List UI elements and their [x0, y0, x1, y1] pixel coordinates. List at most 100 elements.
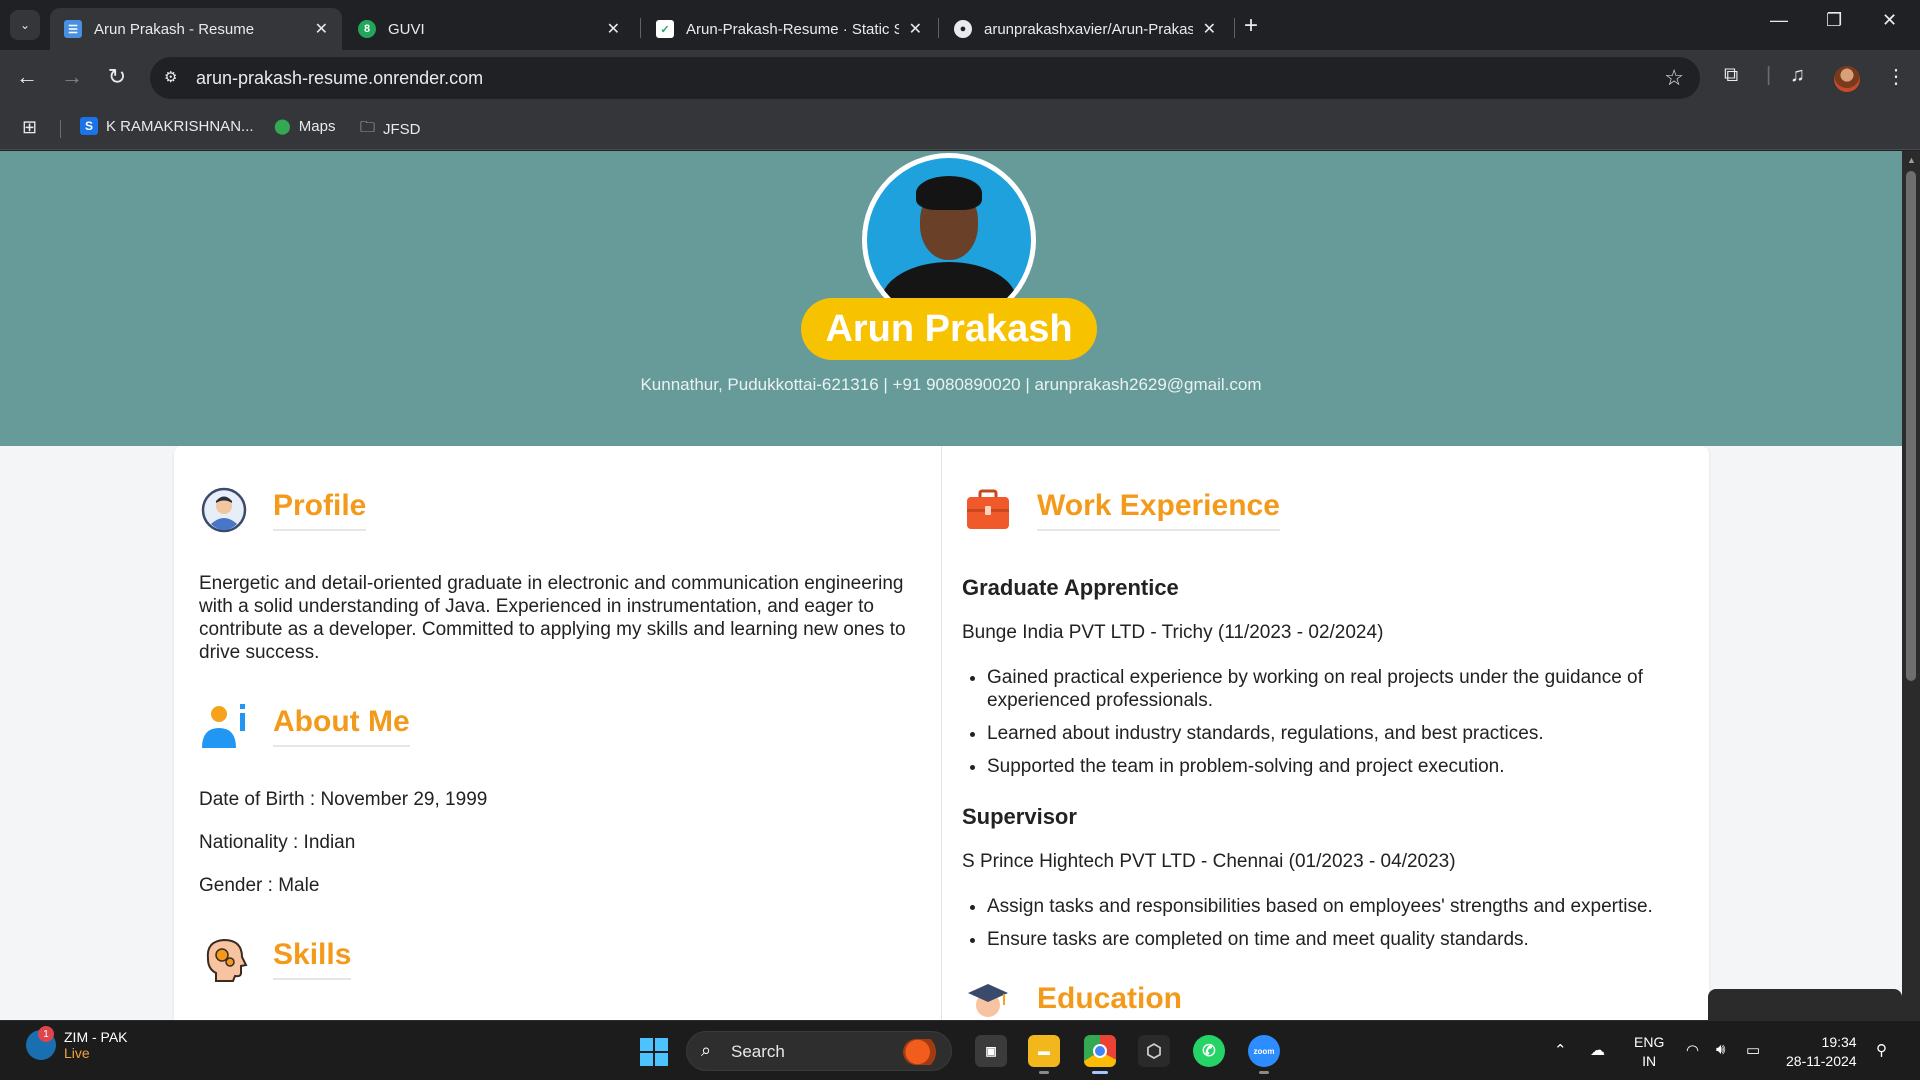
- guvi-icon: 8: [358, 20, 376, 38]
- gender: Gender : Male: [199, 875, 320, 896]
- url-text[interactable]: arun-prakash-resume.onrender.com: [196, 68, 483, 89]
- tab-guvi[interactable]: 8 GUVI ✕: [344, 8, 634, 50]
- list-item: Ensure tasks are completed on time and m…: [987, 928, 1692, 951]
- language-indicator[interactable]: ENG IN: [1634, 1033, 1664, 1071]
- volume-icon[interactable]: 🔊︎: [1716, 1041, 1725, 1058]
- tab-title: GUVI: [388, 20, 425, 38]
- bookmark-ramakrishnan[interactable]: S K RAMAKRISHNAN...: [80, 117, 254, 135]
- document-icon: ☰: [64, 20, 82, 38]
- clock-time: 19:34: [1821, 1034, 1857, 1050]
- page-viewport: Arun Prakash Kunnathur, Pudukkottai-6213…: [0, 151, 1902, 1020]
- toolbar-separator: |: [1766, 64, 1772, 86]
- battery-icon[interactable]: ▭: [1746, 1041, 1760, 1059]
- candidate-name: Arun Prakash: [801, 298, 1097, 360]
- briefcase-icon: [964, 486, 1012, 534]
- render-icon: ✓: [656, 20, 674, 38]
- section-title: Skills: [273, 938, 352, 980]
- list-item: Learned about industry standards, regula…: [987, 722, 1692, 745]
- region-code: IN: [1642, 1053, 1657, 1069]
- new-tab-button[interactable]: +: [1244, 12, 1258, 40]
- user-info-icon: [200, 702, 248, 750]
- address-bar[interactable]: ⚙ arun-prakash-resume.onrender.com ☆: [150, 57, 1700, 99]
- file-explorer-icon[interactable]: ▬: [1028, 1035, 1060, 1074]
- widget-status: Live: [64, 1045, 90, 1061]
- search-label: Search: [731, 1042, 785, 1061]
- zoom-icon[interactable]: zoom: [1248, 1035, 1280, 1074]
- resume-header: Arun Prakash Kunnathur, Pudukkottai-6213…: [0, 151, 1902, 446]
- work-experience-heading: Work Experience: [964, 486, 1280, 534]
- site-info-icon[interactable]: ⚙: [164, 68, 177, 86]
- tab-strip: ⌄ ☰ Arun Prakash - Resume ✕ 8 GUVI ✕ ✓ A…: [0, 0, 1920, 50]
- maps-pin-icon: ⬤: [274, 118, 291, 135]
- news-widget[interactable]: 1 ZIM - PAK Live: [26, 1026, 128, 1061]
- system-clock[interactable]: 19:34 28-11-2024: [1786, 1033, 1857, 1071]
- reload-icon[interactable]: ↻: [102, 64, 132, 90]
- section-title: Profile: [273, 489, 367, 531]
- back-arrow-icon[interactable]: ←: [12, 64, 42, 90]
- column-divider: [941, 446, 942, 1020]
- apps-grid-icon[interactable]: ⊞: [22, 117, 37, 138]
- onedrive-error-icon[interactable]: ☁: [1590, 1041, 1605, 1059]
- notification-badge: 1: [38, 1026, 54, 1042]
- scroll-up-arrow-icon[interactable]: ▲: [1907, 155, 1916, 165]
- windows-taskbar: 1 ZIM - PAK Live ⌕ Search ▣ ▬ ⬡ ✆ zoom ⌃…: [0, 1020, 1920, 1080]
- search-highlight-icon: [903, 1039, 945, 1065]
- minimize-icon[interactable]: —: [1770, 10, 1788, 31]
- app-hexagon-icon[interactable]: ⬡: [1138, 1035, 1170, 1067]
- about-heading: About Me: [200, 702, 410, 750]
- bookmark-label: K RAMAKRISHNAN...: [106, 117, 254, 135]
- date-of-birth: Date of Birth : November 29, 1999: [199, 789, 488, 810]
- profile-summary: Energetic and detail-oriented graduate i…: [199, 573, 906, 663]
- bookmark-jfsd[interactable]: 🗀 JFSD: [360, 117, 421, 142]
- nationality: Nationality : Indian: [199, 832, 356, 853]
- show-hidden-icons-chevron-icon[interactable]: ⌃: [1554, 1041, 1567, 1059]
- taskbar-search[interactable]: ⌕ Search: [686, 1031, 952, 1071]
- whatsapp-icon[interactable]: ✆: [1193, 1035, 1225, 1067]
- bookmark-separator: [60, 120, 61, 138]
- scrollbar-thumb[interactable]: [1906, 171, 1916, 681]
- close-icon[interactable]: ✕: [607, 19, 620, 39]
- window-close-icon[interactable]: ✕: [1882, 10, 1897, 31]
- bookmark-label: Maps: [298, 117, 336, 135]
- section-title: Work Experience: [1037, 489, 1280, 531]
- bookmark-star-icon[interactable]: ☆: [1664, 65, 1684, 91]
- widget-title: ZIM - PAK: [64, 1029, 128, 1045]
- chrome-icon[interactable]: [1084, 1035, 1116, 1074]
- close-icon[interactable]: ✕: [1203, 19, 1216, 39]
- job-company: S Prince Hightech PVT LTD - Chennai (01/…: [962, 851, 1456, 872]
- close-icon[interactable]: ✕: [909, 19, 922, 39]
- wifi-icon[interactable]: ◠: [1686, 1041, 1699, 1059]
- tab-render[interactable]: ✓ Arun-Prakash-Resume · Static S ✕: [642, 8, 936, 50]
- tab-separator: [1234, 18, 1235, 38]
- guvi-badge: 8: [363, 23, 371, 35]
- resume-card: Profile Energetic and detail-oriented gr…: [174, 446, 1709, 1020]
- more-menu-icon[interactable]: ⋮: [1886, 64, 1906, 89]
- education-heading: Education: [964, 979, 1182, 1020]
- start-button-icon[interactable]: [640, 1038, 668, 1066]
- notification-bell-icon[interactable]: ⚲: [1876, 1041, 1887, 1059]
- bookmark-maps[interactable]: ⬤ Maps: [274, 117, 336, 136]
- list-item: Gained practical experience by working o…: [987, 666, 1692, 712]
- github-icon: ●: [954, 20, 972, 38]
- job-role: Supervisor: [962, 804, 1077, 829]
- task-view-icon[interactable]: ▣: [975, 1035, 1007, 1067]
- profile-avatar[interactable]: [1834, 66, 1860, 92]
- tab-separator: [938, 18, 939, 38]
- forward-arrow-icon[interactable]: →: [57, 64, 87, 90]
- browser-toolbar: ← → ↻ ⚙ arun-prakash-resume.onrender.com…: [0, 50, 1920, 108]
- contact-line: Kunnathur, Pudukkottai-621316 | +91 9080…: [640, 375, 1262, 394]
- page-scrollbar[interactable]: ▲: [1902, 151, 1920, 1020]
- tab-resume[interactable]: ☰ Arun Prakash - Resume ✕: [50, 8, 342, 50]
- job-duties-list: Assign tasks and responsibilities based …: [962, 895, 1692, 961]
- job-duties-list: Gained practical experience by working o…: [962, 666, 1692, 788]
- restore-icon[interactable]: ❐: [1826, 10, 1842, 31]
- bookmarks-bar: ⊞ S K RAMAKRISHNAN... ⬤ Maps 🗀 JFSD: [0, 108, 1920, 150]
- user-avatar-icon: [200, 486, 248, 534]
- extensions-icon[interactable]: ⧉: [1724, 64, 1738, 87]
- skills-heading: Skills: [200, 935, 352, 983]
- media-control-icon[interactable]: ♫: [1790, 64, 1805, 87]
- tab-search-button[interactable]: ⌄: [10, 10, 40, 40]
- tab-github[interactable]: ● arunprakashxavier/Arun-Prakas ✕: [940, 8, 1230, 50]
- close-icon[interactable]: ✕: [315, 19, 328, 39]
- notification-popup[interactable]: [1708, 989, 1902, 1020]
